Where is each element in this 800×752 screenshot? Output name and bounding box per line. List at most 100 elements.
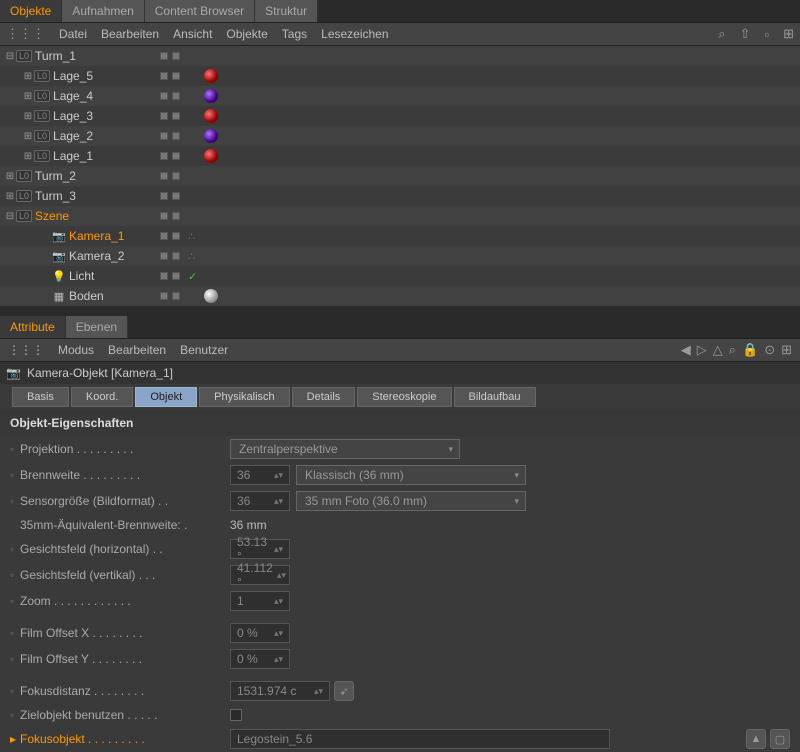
visibility-tag[interactable] xyxy=(160,172,168,180)
pick-focus-icon[interactable]: ➶ xyxy=(334,681,354,701)
clear-object-icon[interactable]: ▢ xyxy=(770,729,790,749)
material-tag-icon[interactable] xyxy=(204,149,218,163)
brennweite-field[interactable]: 36▴▾ xyxy=(230,465,290,485)
subtab-physikalisch[interactable]: Physikalisch xyxy=(199,387,290,407)
fov-v-field[interactable]: 41.112 °▴▾ xyxy=(230,565,290,585)
tree-row[interactable]: ▦Boden xyxy=(0,286,800,306)
tree-row[interactable]: ⊞L0Lage_4 xyxy=(0,86,800,106)
tree-row[interactable]: 💡Licht✓ xyxy=(0,266,800,286)
tree-item-label[interactable]: Turm_3 xyxy=(35,189,76,203)
tree-item-label[interactable]: Kamera_1 xyxy=(69,229,124,243)
offy-field[interactable]: 0 %▴▾ xyxy=(230,649,290,669)
menu-bearbeiten-attr[interactable]: Bearbeiten xyxy=(108,343,166,357)
material-tag-icon[interactable] xyxy=(204,129,218,143)
material-tag-icon[interactable] xyxy=(204,289,218,303)
layer-badge[interactable]: L0 xyxy=(16,210,32,222)
compositing-tag-icon[interactable]: ∴ xyxy=(188,230,195,243)
render-tag[interactable] xyxy=(172,52,180,60)
tree-item-label[interactable]: Lage_3 xyxy=(53,109,93,123)
visibility-tag[interactable] xyxy=(160,72,168,80)
menu-ansicht[interactable]: Ansicht xyxy=(173,27,212,41)
tree-item-label[interactable]: Licht xyxy=(69,269,94,283)
subtab-koord[interactable]: Koord. xyxy=(71,387,133,407)
brennweite-preset[interactable]: Klassisch (36 mm) xyxy=(296,465,526,485)
tab-objekte[interactable]: Objekte xyxy=(0,0,62,22)
tree-toggle-icon[interactable]: ⊞ xyxy=(22,91,34,102)
nav-back-icon[interactable]: ◀ xyxy=(681,342,691,358)
menu-bearbeiten[interactable]: Bearbeiten xyxy=(101,27,159,41)
home-icon[interactable]: ⇧ xyxy=(740,26,751,42)
enabled-tag-icon[interactable]: ✓ xyxy=(188,270,197,283)
visibility-tag[interactable] xyxy=(160,232,168,240)
maximize-icon[interactable]: ⊞ xyxy=(781,342,792,358)
subtab-stereoskopie[interactable]: Stereoskopie xyxy=(357,387,451,407)
projektion-dropdown[interactable]: Zentralperspektive xyxy=(230,439,460,459)
render-tag[interactable] xyxy=(172,72,180,80)
search-icon[interactable]: ⌕ xyxy=(729,342,736,358)
tree-toggle-icon[interactable]: ⊞ xyxy=(22,111,34,122)
fov-h-field[interactable]: 53.13 °▴▾ xyxy=(230,539,290,559)
visibility-tag[interactable] xyxy=(160,192,168,200)
layer-badge[interactable]: L0 xyxy=(34,70,50,82)
tree-row[interactable]: ⊞L0Turm_2 xyxy=(0,166,800,186)
visibility-tag[interactable] xyxy=(160,212,168,220)
tree-item-label[interactable]: Szene xyxy=(35,209,69,223)
layer-badge[interactable]: L0 xyxy=(34,90,50,102)
tree-item-label[interactable]: Lage_5 xyxy=(53,69,93,83)
render-tag[interactable] xyxy=(172,212,180,220)
tree-item-label[interactable]: Lage_1 xyxy=(53,149,93,163)
offx-field[interactable]: 0 %▴▾ xyxy=(230,623,290,643)
menu-datei[interactable]: Datei xyxy=(59,27,87,41)
lock-icon[interactable]: 🔒 xyxy=(742,342,758,358)
sensor-preset[interactable]: 35 mm Foto (36.0 mm) xyxy=(296,491,526,511)
fokusdist-field[interactable]: 1531.974 c▴▾ xyxy=(230,681,330,701)
tree-toggle-icon[interactable]: ⊞ xyxy=(4,191,16,202)
tree-row[interactable]: ⊞L0Lage_1 xyxy=(0,146,800,166)
tree-row[interactable]: ⊟L0Turm_1 xyxy=(0,46,800,66)
visibility-tag[interactable] xyxy=(160,292,168,300)
visibility-tag[interactable] xyxy=(160,52,168,60)
tab-struktur[interactable]: Struktur xyxy=(255,0,318,22)
render-tag[interactable] xyxy=(172,192,180,200)
layer-badge[interactable]: L0 xyxy=(16,190,32,202)
subtab-bildaufbau[interactable]: Bildaufbau xyxy=(454,387,536,407)
visibility-tag[interactable] xyxy=(160,272,168,280)
tree-row[interactable]: ⊟L0Szene xyxy=(0,206,800,226)
visibility-tag[interactable] xyxy=(160,92,168,100)
menu-tags[interactable]: Tags xyxy=(282,27,307,41)
zielobj-checkbox[interactable] xyxy=(230,709,242,721)
layer-badge[interactable]: L0 xyxy=(16,170,32,182)
subtab-objekt[interactable]: Objekt xyxy=(135,387,197,407)
panel-divider[interactable] xyxy=(0,306,800,316)
tree-item-label[interactable]: Boden xyxy=(69,289,104,303)
layer-badge[interactable]: L0 xyxy=(16,50,32,62)
tree-toggle-icon[interactable]: ⊞ xyxy=(22,151,34,162)
render-tag[interactable] xyxy=(172,152,180,160)
tree-row[interactable]: ⊞L0Lage_3 xyxy=(0,106,800,126)
render-tag[interactable] xyxy=(172,112,180,120)
visibility-tag[interactable] xyxy=(160,112,168,120)
tree-toggle-icon[interactable]: ⊞ xyxy=(22,71,34,82)
tree-item-label[interactable]: Turm_2 xyxy=(35,169,76,183)
maximize-icon[interactable]: ⊞ xyxy=(783,26,794,42)
tab-aufnahmen[interactable]: Aufnahmen xyxy=(62,0,144,22)
search-icon[interactable]: ⌕ xyxy=(718,26,725,42)
menu-objekte[interactable]: Objekte xyxy=(226,27,267,41)
tree-toggle-icon[interactable]: ⊟ xyxy=(4,51,16,62)
render-tag[interactable] xyxy=(172,232,180,240)
zoom-field[interactable]: 1▴▾ xyxy=(230,591,290,611)
tree-item-label[interactable]: Kamera_2 xyxy=(69,249,124,263)
tree-toggle-icon[interactable]: ⊞ xyxy=(4,171,16,182)
layer-badge[interactable]: L0 xyxy=(34,130,50,142)
tree-toggle-icon[interactable]: ⊞ xyxy=(22,131,34,142)
visibility-tag[interactable] xyxy=(160,132,168,140)
menu-modus[interactable]: Modus xyxy=(58,343,94,357)
tree-item-label[interactable]: Lage_2 xyxy=(53,129,93,143)
nav-fwd-icon[interactable]: ▷ xyxy=(697,342,707,358)
render-tag[interactable] xyxy=(172,272,180,280)
render-tag[interactable] xyxy=(172,92,180,100)
render-tag[interactable] xyxy=(172,252,180,260)
grip-icon[interactable]: ⋮⋮⋮ xyxy=(6,26,45,42)
grip-icon[interactable]: ⋮⋮⋮ xyxy=(8,343,44,357)
tab-ebenen[interactable]: Ebenen xyxy=(66,316,128,338)
